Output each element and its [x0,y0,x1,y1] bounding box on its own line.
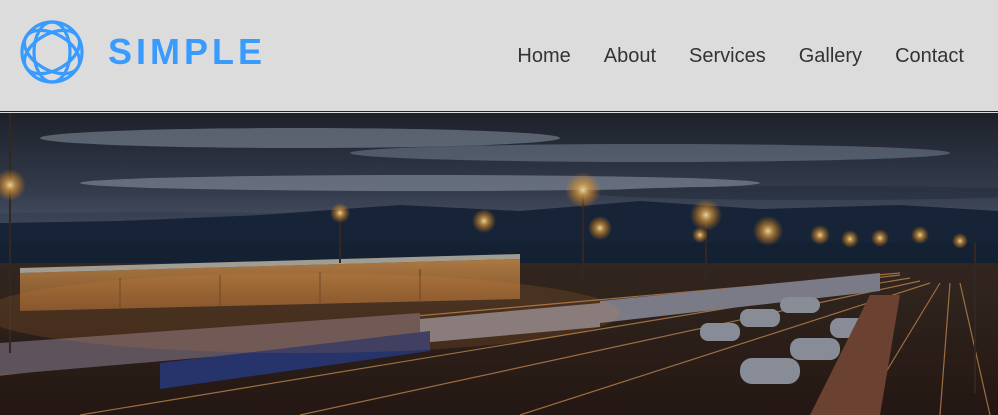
interlaced-circles-logo-icon [20,20,84,84]
nav-item-home[interactable]: Home [517,42,570,70]
nav-item-contact[interactable]: Contact [895,42,964,70]
main-nav: Home About Services Gallery Contact [517,42,964,70]
hero-banner [0,113,998,415]
nav-item-gallery[interactable]: Gallery [799,42,862,70]
brand-name: SIMPLE [108,31,267,72]
brand-link[interactable]: SIMPLE [18,19,266,85]
hero-image-rail-yard [0,113,998,415]
site-header: SIMPLE Home About Services Gallery Conta… [0,0,998,112]
nav-item-services[interactable]: Services [689,42,766,70]
nav-item-about[interactable]: About [604,42,656,70]
